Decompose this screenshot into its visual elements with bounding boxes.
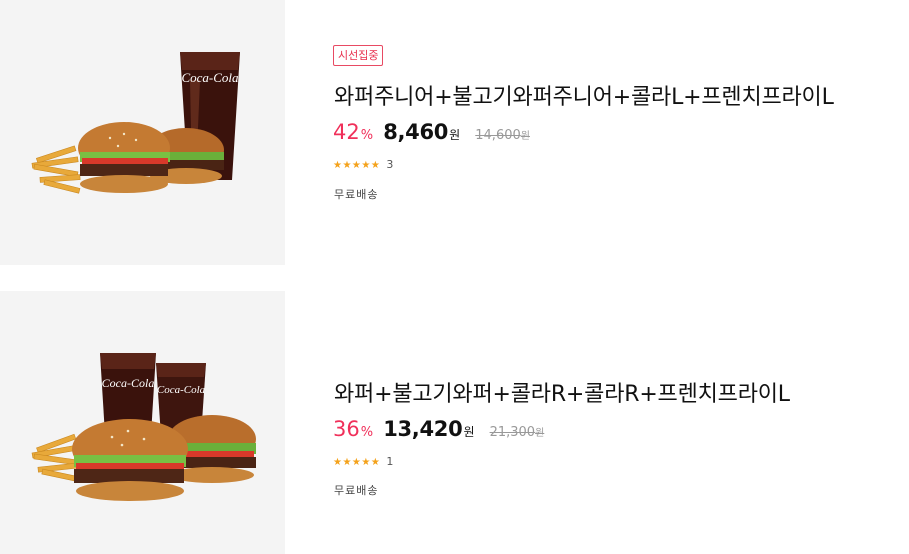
discount-unit: %: [360, 425, 374, 440]
burger-set-image: Coca-Cola: [31, 52, 240, 194]
product-card[interactable]: Coca-Cola Coca-Cola 와퍼+불고기와퍼+콜라R+콜라R+프렌치…: [0, 291, 909, 554]
original-price: 21,300: [489, 425, 536, 440]
product-thumbnail[interactable]: Coca-Cola: [0, 0, 285, 265]
original-price-currency: 원: [535, 428, 545, 439]
discount-rate: 42: [333, 120, 360, 144]
rating-row: ★★★★★ 1: [333, 455, 393, 468]
original-price-currency: 원: [520, 131, 530, 142]
svg-text:Coca-Cola: Coca-Cola: [102, 376, 155, 390]
svg-text:Coca-Cola: Coca-Cola: [181, 70, 239, 85]
svg-text:Coca-Cola: Coca-Cola: [157, 384, 206, 396]
price-row: 42% 8,460원 14,600원: [333, 120, 530, 150]
review-count: 1: [386, 455, 394, 468]
burger-set-image: Coca-Cola Coca-Cola: [31, 353, 256, 501]
shipping-label: 무료배송: [334, 188, 379, 201]
promo-badge: 시선집중: [333, 45, 384, 66]
sale-price-currency: 원: [463, 425, 475, 439]
price-row: 36% 13,420원 21,300원: [333, 417, 544, 447]
product-card[interactable]: Coca-Cola 시선집중 와퍼주니어+불고기와퍼주니어+콜라L+프렌치프라이…: [0, 0, 909, 265]
star-rating-icon: ★★★★★: [333, 457, 381, 468]
shipping-label: 무료배송: [334, 484, 379, 497]
review-count: 3: [386, 158, 394, 171]
product-thumbnail[interactable]: Coca-Cola Coca-Cola: [0, 291, 285, 554]
discount-rate: 36: [333, 417, 360, 441]
sale-price: 8,460: [383, 120, 449, 144]
sale-price-currency: 원: [449, 128, 461, 142]
original-price: 14,600: [475, 128, 521, 143]
sale-price: 13,420: [383, 417, 463, 441]
product-title[interactable]: 와퍼+불고기와퍼+콜라R+콜라R+프렌치프라이L: [334, 376, 790, 408]
discount-unit: %: [360, 128, 374, 143]
product-title[interactable]: 와퍼주니어+불고기와퍼주니어+콜라L+프렌치프라이L: [334, 79, 834, 111]
rating-row: ★★★★★ 3: [333, 158, 393, 171]
star-rating-icon: ★★★★★: [333, 160, 381, 171]
